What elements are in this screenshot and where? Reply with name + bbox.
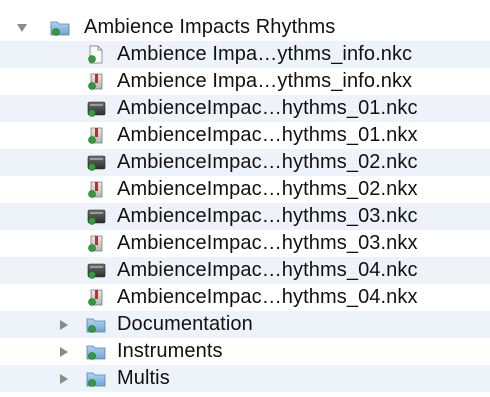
- disclosure-triangle-collapsed-icon[interactable]: [56, 311, 72, 338]
- disclosure-triangle-collapsed-icon[interactable]: [56, 365, 72, 392]
- tree-row-folder-documentation[interactable]: Documentation: [0, 311, 490, 338]
- nkx-resource-icon: [88, 235, 103, 252]
- folder-icon: [86, 318, 106, 333]
- folder-label: Documentation: [117, 313, 253, 335]
- tree-row-file[interactable]: AmbienceImpac…hythms_02.nkx: [0, 176, 490, 203]
- folder-icon: [86, 372, 106, 387]
- tree-row-file[interactable]: Ambience Impa…ythms_info.nkc: [0, 41, 490, 68]
- tree-row-file[interactable]: AmbienceImpac…hythms_03.nkx: [0, 230, 490, 257]
- disclosure-triangle-collapsed-icon[interactable]: [56, 338, 72, 365]
- nkx-resource-icon: [88, 73, 103, 90]
- file-label: AmbienceImpac…hythms_04.nkx: [117, 286, 418, 308]
- file-tree: Ambience Impacts Rhythms Ambience Impa…y…: [0, 14, 490, 392]
- tree-row-file[interactable]: AmbienceImpac…hythms_01.nkx: [0, 122, 490, 149]
- file-label: AmbienceImpac…hythms_04.nkc: [117, 259, 418, 281]
- tree-row-folder-multis[interactable]: Multis: [0, 365, 490, 392]
- file-label: AmbienceImpac…hythms_02.nkx: [117, 178, 418, 200]
- file-label: Ambience Impa…ythms_info.nkc: [117, 43, 413, 65]
- tree-row-file[interactable]: Ambience Impa…ythms_info.nkx: [0, 68, 490, 95]
- file-label: AmbienceImpac…hythms_01.nkx: [117, 124, 418, 146]
- tree-row-root-folder[interactable]: Ambience Impacts Rhythms: [0, 14, 490, 41]
- nkc-document-icon: [88, 45, 103, 64]
- tree-row-file[interactable]: AmbienceImpac…hythms_02.nkc: [0, 149, 490, 176]
- tree-row-file[interactable]: AmbienceImpac…hythms_04.nkc: [0, 257, 490, 284]
- file-label: AmbienceImpac…hythms_03.nkc: [117, 205, 418, 227]
- file-label: AmbienceImpac…hythms_01.nkc: [117, 97, 418, 119]
- folder-icon: [50, 21, 70, 36]
- file-label: AmbienceImpac…hythms_03.nkx: [117, 232, 418, 254]
- tree-row-folder-instruments[interactable]: Instruments: [0, 338, 490, 365]
- disclosure-triangle-expanded-icon[interactable]: [14, 14, 30, 41]
- tree-row-file[interactable]: AmbienceImpac…hythms_03.nkc: [0, 203, 490, 230]
- nkx-resource-icon: [88, 127, 103, 144]
- nkx-resource-icon: [88, 181, 103, 198]
- root-folder-label: Ambience Impacts Rhythms: [84, 16, 336, 38]
- nkx-resource-icon: [88, 289, 103, 306]
- file-label: AmbienceImpac…hythms_02.nkc: [117, 151, 418, 173]
- folder-label: Instruments: [117, 340, 223, 362]
- folder-label: Multis: [117, 367, 170, 389]
- nkc-database-icon: [87, 101, 106, 117]
- file-label: Ambience Impa…ythms_info.nkx: [117, 70, 413, 92]
- nkc-database-icon: [87, 263, 106, 279]
- tree-row-file[interactable]: AmbienceImpac…hythms_01.nkc: [0, 95, 490, 122]
- nkc-database-icon: [87, 209, 106, 225]
- tree-row-file[interactable]: AmbienceImpac…hythms_04.nkx: [0, 284, 490, 311]
- nkc-database-icon: [87, 155, 106, 171]
- folder-icon: [86, 345, 106, 360]
